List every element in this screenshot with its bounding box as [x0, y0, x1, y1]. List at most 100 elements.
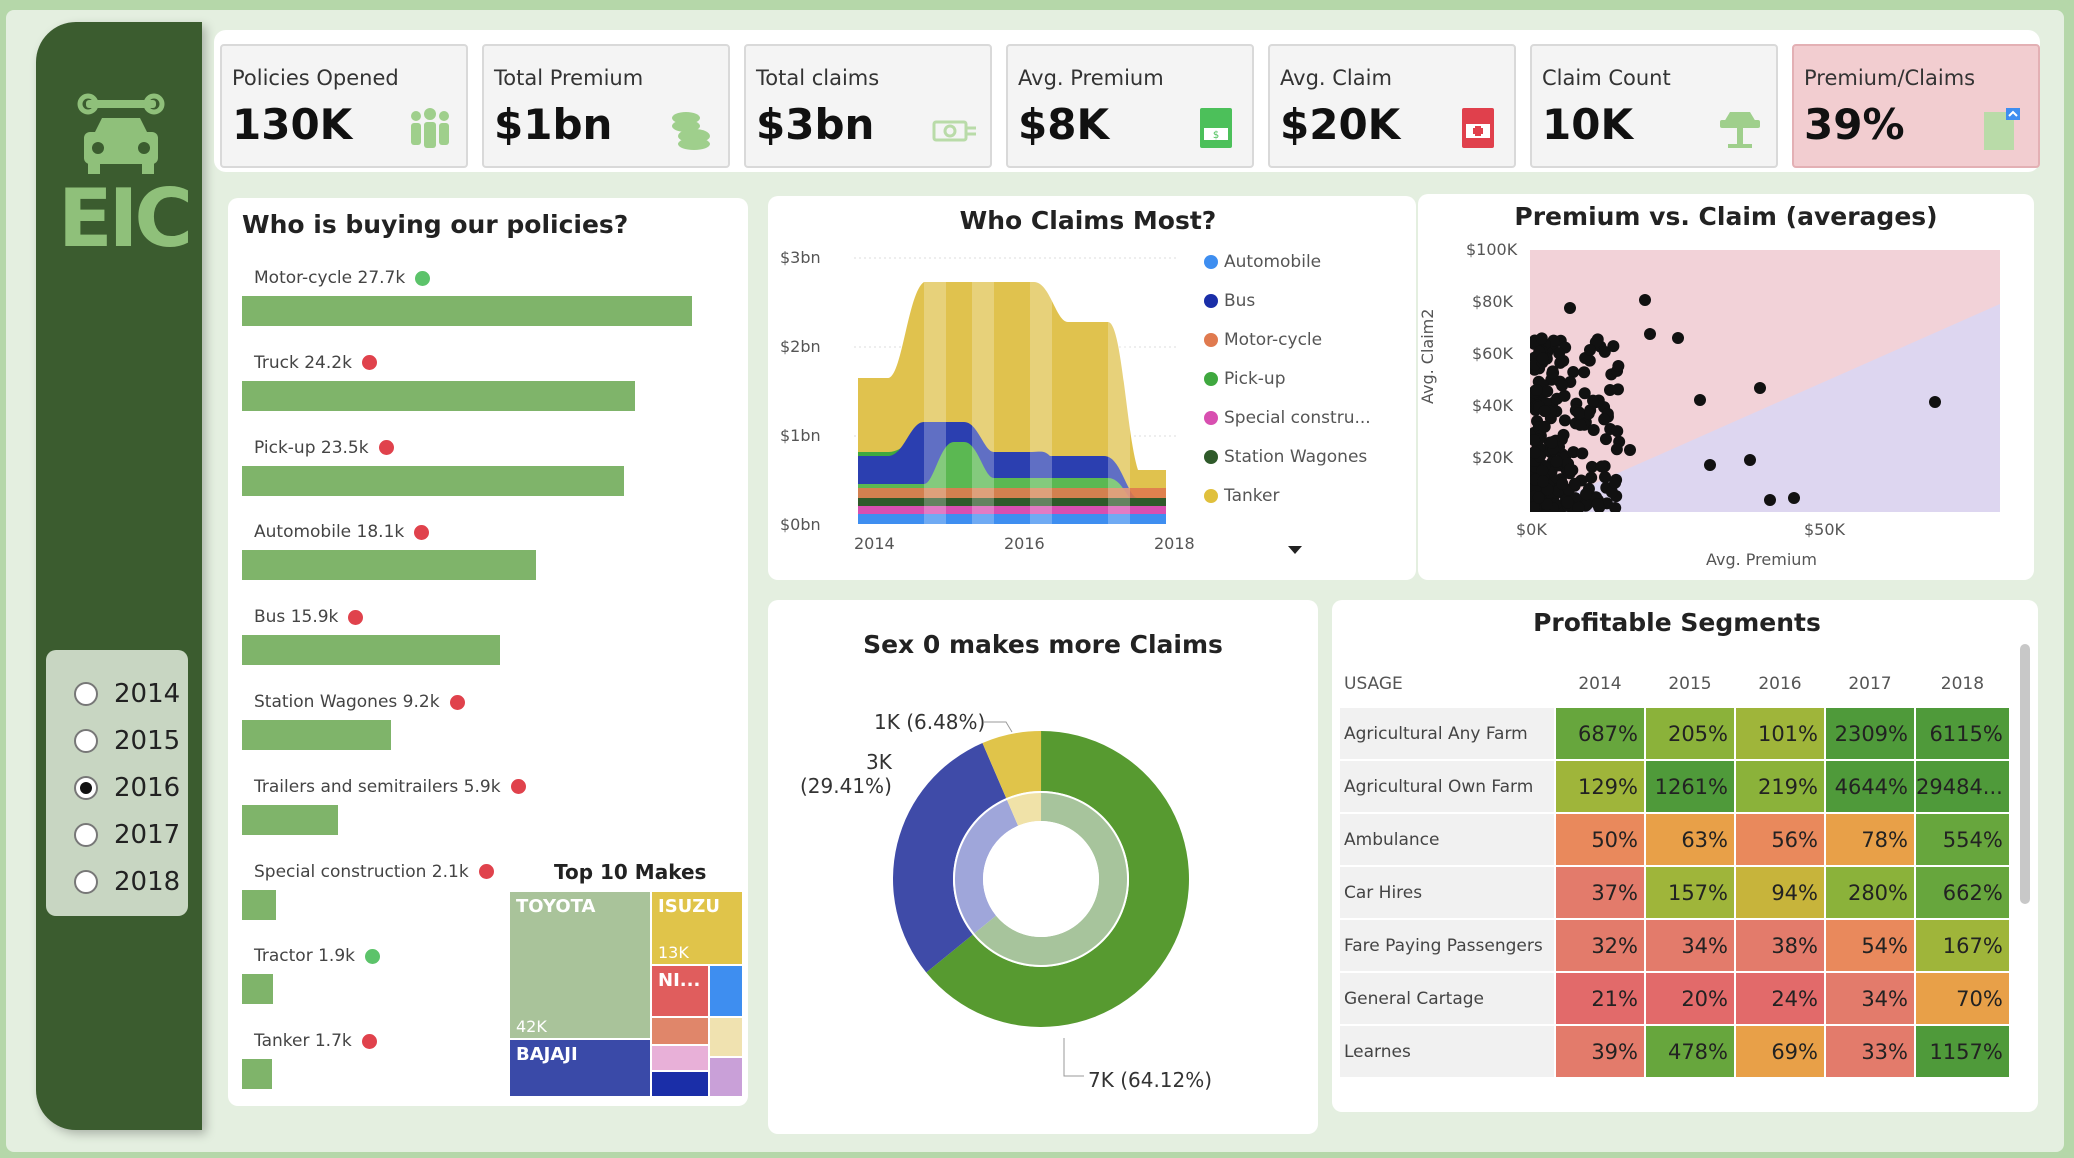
radio-button[interactable] — [74, 775, 98, 800]
scatter-point[interactable] — [1580, 488, 1593, 501]
scatter-point[interactable] — [1574, 418, 1587, 431]
radio-button[interactable] — [74, 681, 98, 706]
scatter-point[interactable] — [1604, 384, 1616, 396]
radio-button[interactable] — [74, 869, 98, 894]
scatter-point[interactable] — [1530, 383, 1543, 396]
bar[interactable] — [242, 635, 501, 666]
treemap-bajaji[interactable]: BAJAJI — [510, 1040, 650, 1096]
table-row[interactable]: Car Hires 37% 157% 94% 280% 662% — [1340, 867, 2009, 918]
scatter-point[interactable] — [1587, 394, 1600, 407]
bar[interactable] — [242, 465, 624, 496]
scatter-point[interactable] — [1556, 379, 1569, 392]
year-option-2015[interactable]: 2015 — [74, 717, 188, 764]
scatter-point[interactable] — [1564, 302, 1576, 314]
scatter-point[interactable] — [1545, 436, 1558, 449]
scatter-point[interactable] — [1598, 345, 1611, 358]
year-option-2014[interactable]: 2014 — [74, 670, 188, 717]
bar[interactable] — [242, 804, 338, 835]
scatter-point[interactable] — [1536, 475, 1549, 488]
scatter-point[interactable] — [1578, 366, 1591, 379]
scatter-point[interactable] — [1558, 389, 1571, 402]
scatter-point[interactable] — [1929, 396, 1941, 408]
scatter-point[interactable] — [1561, 496, 1574, 509]
scatter-point[interactable] — [1568, 477, 1581, 490]
radio-button[interactable] — [74, 822, 98, 847]
year-option-2016[interactable]: 2016 — [74, 764, 188, 811]
legend-scroll-down-icon[interactable] — [1288, 546, 1302, 554]
table-row[interactable]: Fare Paying Passengers 32% 34% 38% 54% 167% — [1340, 920, 2009, 971]
treemap-make-orange[interactable] — [652, 1018, 708, 1044]
column-header[interactable]: 2018 — [1916, 662, 2009, 706]
legend-item[interactable]: Automobile — [1204, 252, 1321, 272]
scatter-point[interactable] — [1599, 471, 1612, 484]
scatter-point[interactable] — [1644, 328, 1656, 340]
bar[interactable] — [242, 974, 273, 1005]
scatter-point[interactable] — [1595, 460, 1608, 473]
column-header[interactable]: 2014 — [1556, 662, 1644, 706]
legend-item[interactable]: Pick-up — [1204, 369, 1286, 389]
column-header[interactable]: 2015 — [1646, 662, 1734, 706]
scatter-point[interactable] — [1535, 332, 1548, 345]
treemap-make-cream[interactable] — [710, 1018, 742, 1056]
scatter-point[interactable] — [1547, 367, 1560, 380]
scatter-point[interactable] — [1557, 428, 1570, 441]
treemap-nissan[interactable]: NI... — [652, 966, 708, 1016]
bar[interactable] — [242, 720, 392, 750]
scatter-point[interactable] — [1672, 332, 1684, 344]
scatter-point[interactable] — [1610, 443, 1623, 456]
scatter-point[interactable] — [1639, 294, 1651, 306]
scatter-point[interactable] — [1754, 382, 1766, 394]
treemap-make-navy[interactable] — [652, 1072, 708, 1096]
year-option-2018[interactable]: 2018 — [74, 858, 188, 905]
scatter-point[interactable] — [1585, 471, 1598, 484]
legend-item[interactable]: Tanker — [1204, 486, 1279, 506]
treemap-make-violet[interactable] — [710, 1058, 742, 1096]
legend-item[interactable]: Motor-cycle — [1204, 330, 1322, 350]
bar[interactable] — [242, 889, 277, 920]
bar[interactable] — [242, 380, 636, 411]
legend-item[interactable]: Bus — [1204, 291, 1255, 311]
scatter-point[interactable] — [1587, 424, 1600, 437]
scatter-point[interactable] — [1538, 405, 1551, 418]
scatter-point[interactable] — [1764, 494, 1776, 506]
treemap-isuzu[interactable]: ISUZU 13K — [652, 892, 742, 964]
scatter-point[interactable] — [1694, 394, 1706, 406]
column-header[interactable]: 2017 — [1826, 662, 1914, 706]
table-row[interactable]: Agricultural Own Farm 129% 1261% 219% 4644% 2… — [1340, 761, 2009, 812]
scatter-point[interactable] — [1536, 352, 1549, 365]
table-row[interactable]: Ambulance 50% 63% 56% 78% 554% — [1340, 814, 2009, 865]
bar[interactable] — [242, 550, 537, 581]
table-row[interactable]: Learnes 39% 478% 69% 33% 1157% — [1340, 1026, 2009, 1077]
scatter-point[interactable] — [1550, 455, 1563, 468]
scatter-point[interactable] — [1788, 492, 1800, 504]
scatter-point[interactable] — [1558, 414, 1571, 427]
scatter-point[interactable] — [1624, 444, 1636, 456]
bar[interactable] — [242, 296, 692, 326]
scatter-point[interactable] — [1598, 413, 1611, 426]
matrix-scrollbar[interactable] — [2020, 644, 2030, 904]
scatter-point[interactable] — [1612, 360, 1625, 373]
scatter-point[interactable] — [1576, 447, 1589, 460]
scatter-point[interactable] — [1704, 459, 1716, 471]
treemap-make-blue[interactable] — [710, 966, 742, 1016]
scatter-point[interactable] — [1564, 463, 1577, 476]
scatter-point[interactable] — [1572, 407, 1585, 420]
scatter-point[interactable] — [1744, 454, 1756, 466]
table-row[interactable]: Agricultural Any Farm 687% 205% 101% 2309% 61… — [1340, 708, 2009, 759]
treemap-toyota[interactable]: TOYOTA 42K — [510, 892, 650, 1038]
column-header[interactable]: USAGE — [1340, 662, 1554, 706]
legend-item[interactable]: Station Wagones — [1204, 447, 1367, 467]
scatter-point[interactable] — [1611, 425, 1624, 438]
table-row[interactable]: General Cartage 21% 20% 24% 34% 70% — [1340, 973, 2009, 1024]
scatter-point[interactable] — [1538, 420, 1551, 433]
scatter-point[interactable] — [1609, 476, 1622, 489]
legend-item[interactable]: Special constru... — [1204, 408, 1371, 428]
column-header[interactable]: 2016 — [1736, 662, 1824, 706]
scatter-point[interactable] — [1556, 477, 1569, 490]
bar[interactable] — [242, 1059, 272, 1090]
year-option-2017[interactable]: 2017 — [74, 811, 188, 858]
scatter-point[interactable] — [1591, 498, 1604, 511]
scatter-point[interactable] — [1584, 344, 1596, 356]
scatter-point[interactable] — [1541, 385, 1554, 398]
scatter-point[interactable] — [1553, 347, 1566, 360]
